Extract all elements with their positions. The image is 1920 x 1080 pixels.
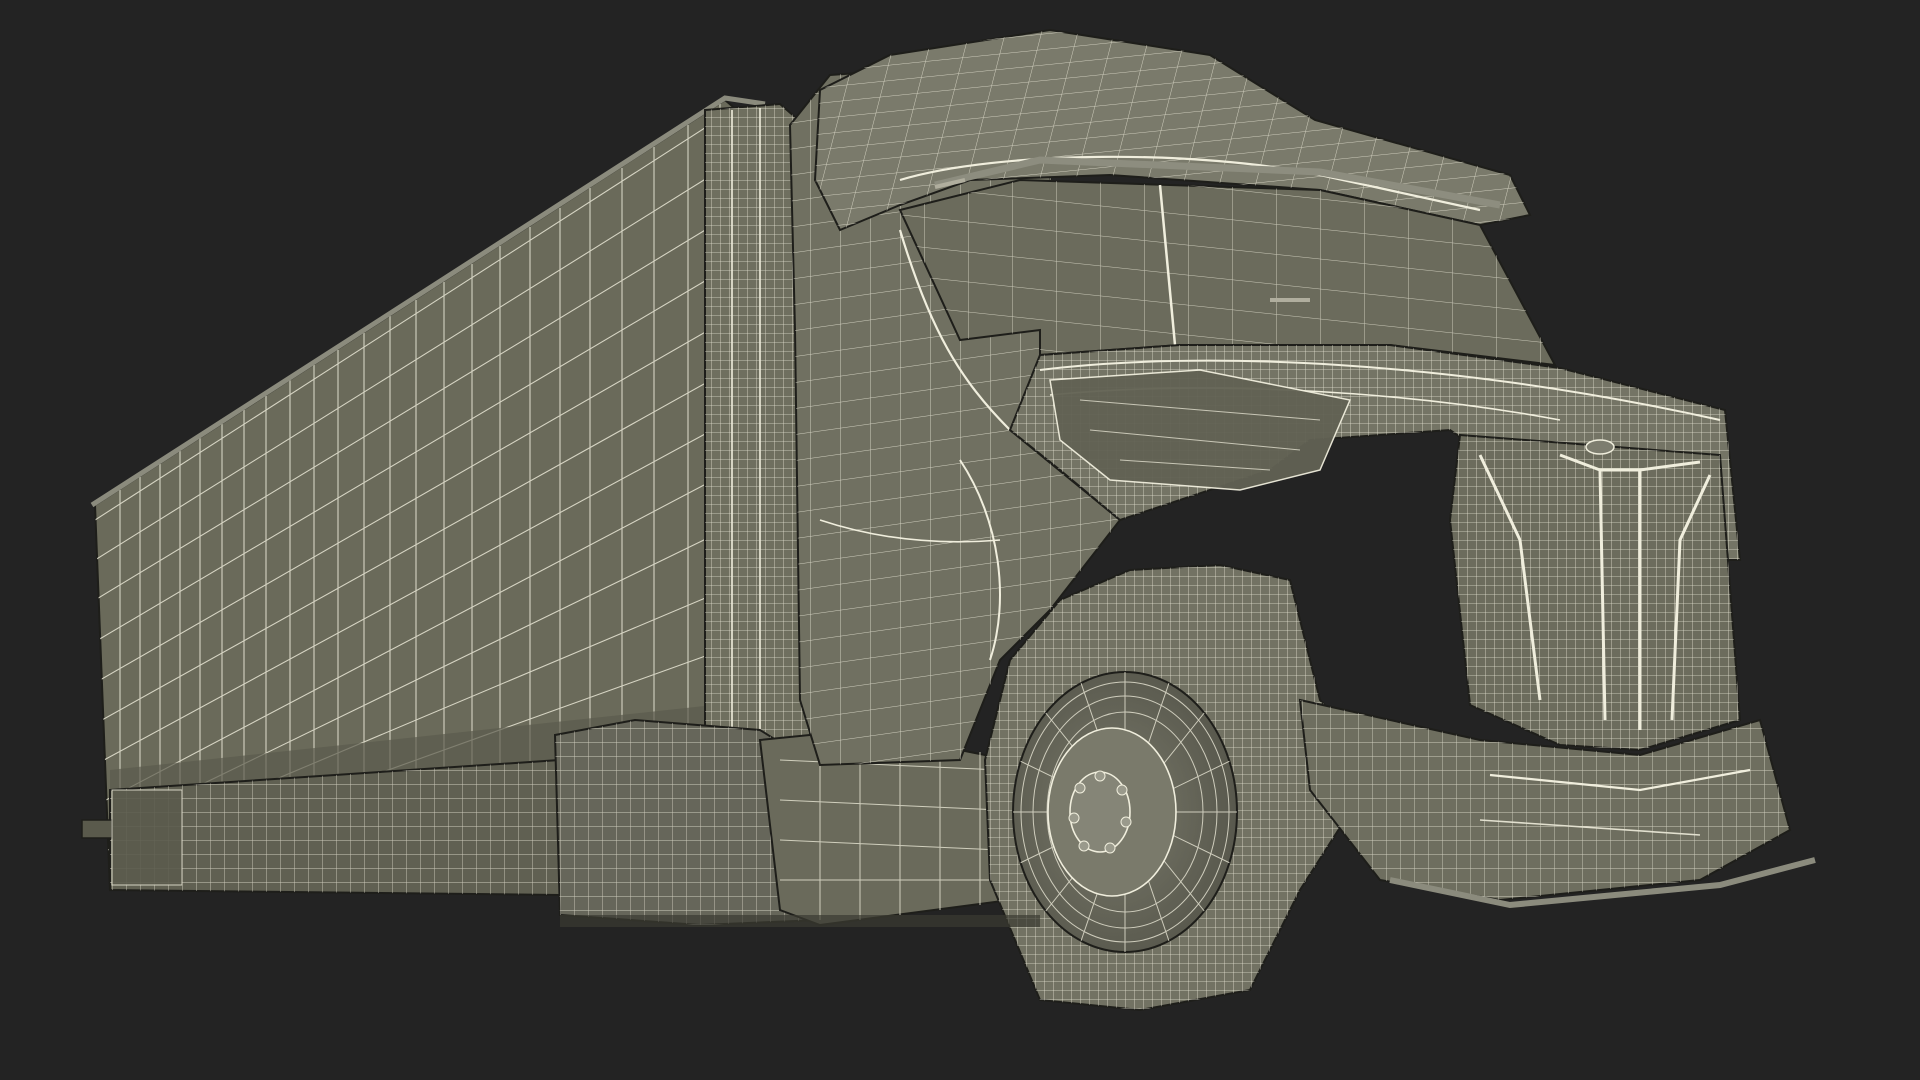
trailer-mud-flap bbox=[111, 789, 183, 886]
underbody-shadow bbox=[560, 915, 1040, 927]
brand-emblem bbox=[1585, 439, 1615, 455]
front-wheel bbox=[1012, 671, 1238, 953]
render-viewport bbox=[0, 0, 1920, 1080]
trailer-rear-bumper bbox=[81, 819, 113, 839]
truck-wireframe-render bbox=[81, 28, 1816, 1012]
